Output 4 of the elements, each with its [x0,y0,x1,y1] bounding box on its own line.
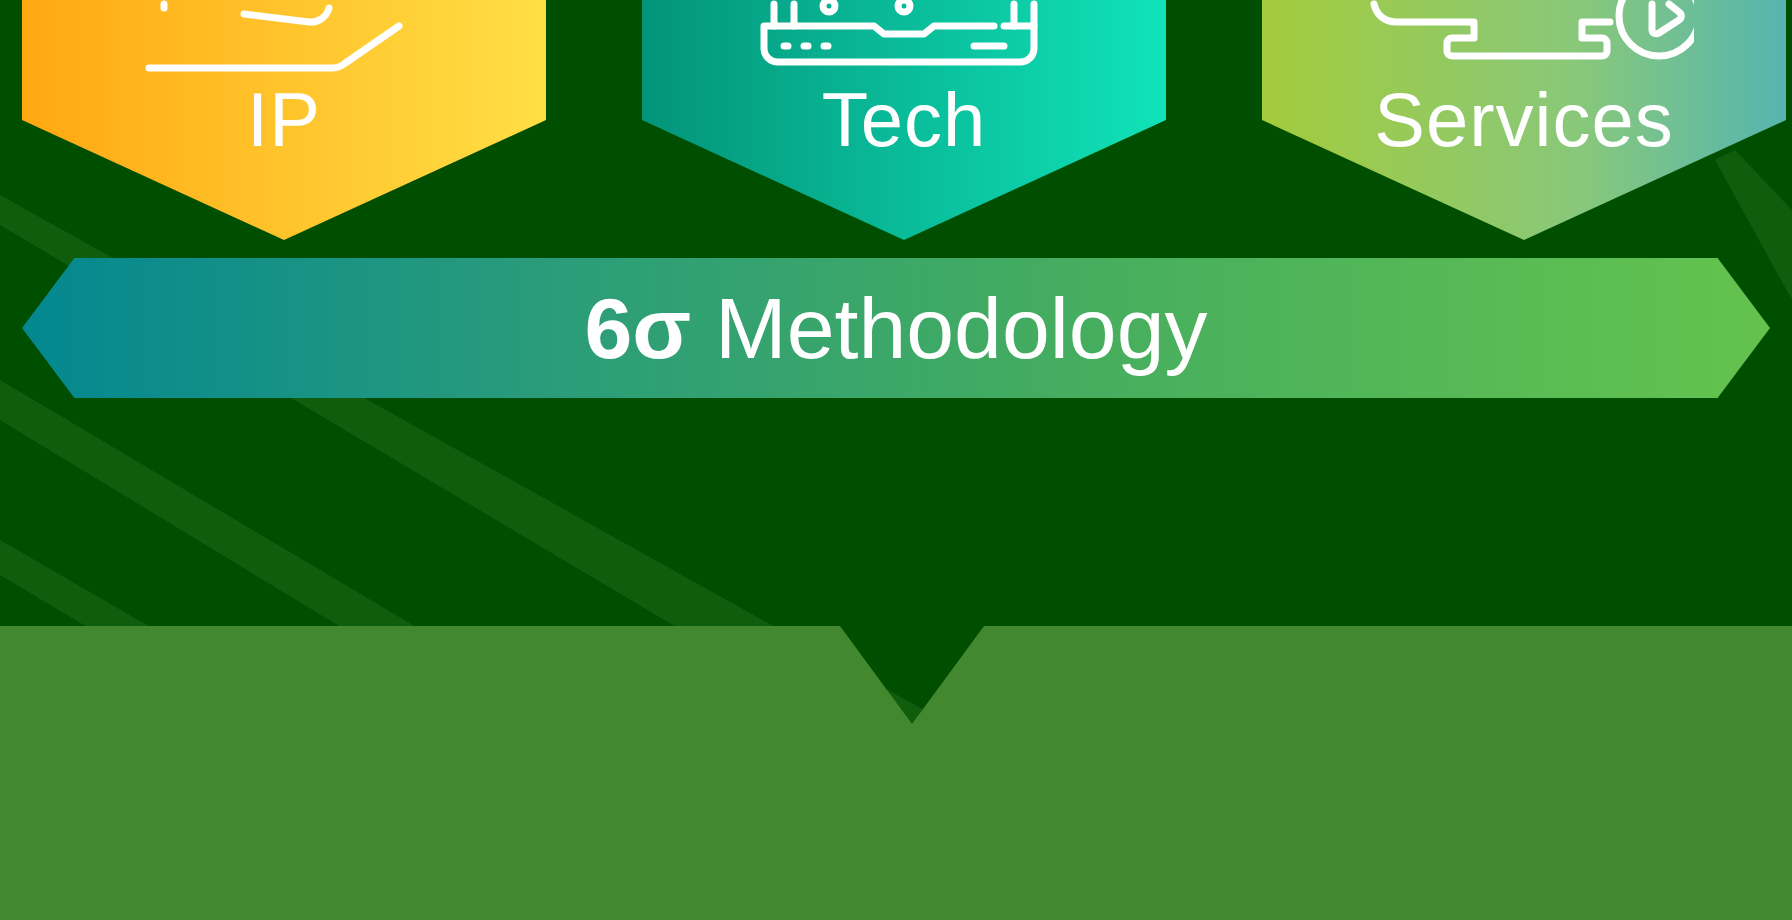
methodology-banner: 6σ Methodology [22,258,1770,398]
card-label: Services [1374,82,1674,158]
card-label: IP [247,82,321,158]
card-label: Tech [821,82,987,158]
